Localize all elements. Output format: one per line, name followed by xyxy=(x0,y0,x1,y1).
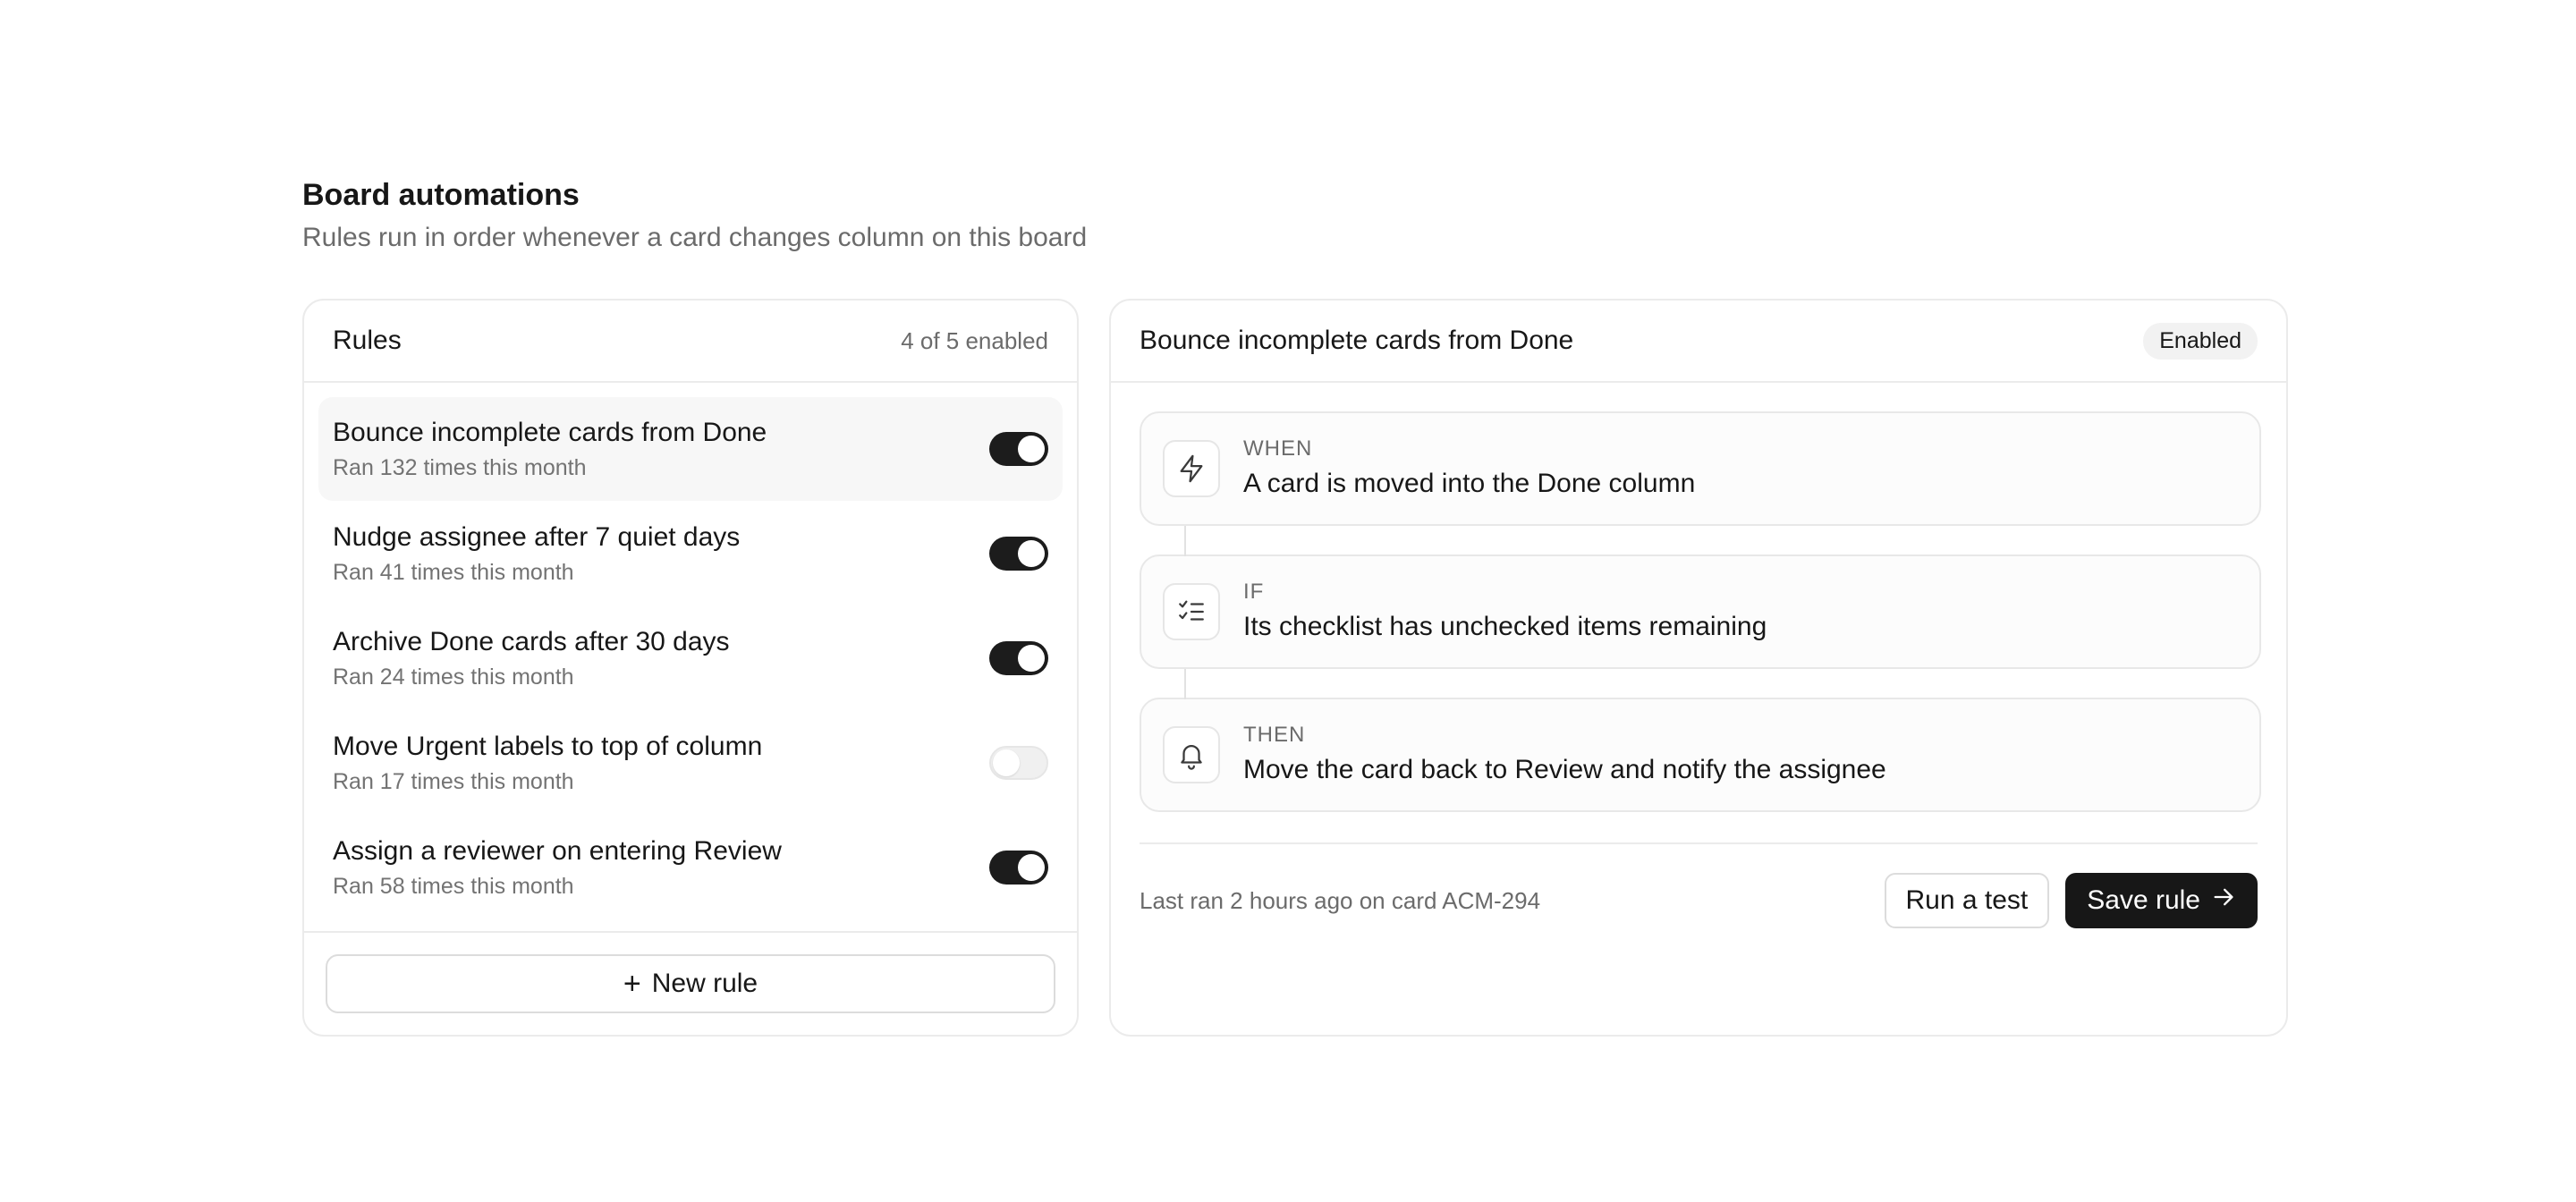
enabled-count: 4 of 5 enabled xyxy=(901,326,1048,354)
rule-list: Bounce incomplete cards from Done Ran 13… xyxy=(304,383,1077,934)
action-buttons: Run a test Save rule xyxy=(1884,873,2258,928)
rule-name: Bounce incomplete cards from Done xyxy=(333,418,767,447)
last-ran-text: Last ran 2 hours ago on card ACM-294 xyxy=(1140,886,1541,914)
step-then[interactable]: THEN Move the card back to Review and no… xyxy=(1140,669,2261,812)
run-test-label: Run a test xyxy=(1905,885,2029,915)
status-badge: Enabled xyxy=(2143,322,2258,360)
page-subtitle: Rules run in order whenever a card chang… xyxy=(302,223,1088,252)
step-text: Move the card back to Review and notify … xyxy=(1243,755,1886,784)
rule-item-bounce-incomplete[interactable]: Bounce incomplete cards from Done Ran 13… xyxy=(318,397,1063,501)
rule-name: Move Urgent labels to top of column xyxy=(333,732,763,761)
rule-run-count: Ran 17 times this month xyxy=(333,769,574,794)
rules-panel: Rules 4 of 5 enabled Bounce incomplete c… xyxy=(302,299,1079,1037)
rule-detail-title: Bounce incomplete cards from Done xyxy=(1140,326,1574,355)
arrow-right-icon xyxy=(2211,885,2236,917)
toggle-knob xyxy=(1018,436,1045,462)
rule-item-archive-done[interactable]: Archive Done cards after 30 days Ran 24 … xyxy=(318,606,1063,710)
detail-divider xyxy=(1140,842,2258,844)
rules-panel-header: Rules 4 of 5 enabled xyxy=(304,300,1077,383)
rule-run-count: Ran 41 times this month xyxy=(333,560,574,585)
page-title: Board automations xyxy=(302,178,580,212)
rules-panel-footer: + New rule xyxy=(304,931,1077,1035)
step-connector xyxy=(1184,526,1186,556)
rule-run-count: Ran 132 times this month xyxy=(333,455,587,480)
step-label: IF xyxy=(1243,580,1265,604)
checklist-icon xyxy=(1163,583,1220,640)
step-when[interactable]: WHEN A card is moved into the Done colum… xyxy=(1140,411,2261,526)
step-text: A card is moved into the Done column xyxy=(1243,469,1696,498)
rule-detail-actions: Last ran 2 hours ago on card ACM-294 Run… xyxy=(1140,873,2258,928)
toggle-knob xyxy=(1018,854,1045,881)
rule-name: Nudge assignee after 7 quiet days xyxy=(333,522,741,552)
step-text: Its checklist has unchecked items remain… xyxy=(1243,612,1767,641)
new-rule-button[interactable]: + New rule xyxy=(326,954,1055,1013)
rule-toggle[interactable] xyxy=(989,432,1048,466)
rule-toggle[interactable] xyxy=(989,537,1048,571)
rule-toggle[interactable] xyxy=(989,641,1048,675)
rule-item-move-urgent[interactable]: Move Urgent labels to top of column Ran … xyxy=(318,711,1063,815)
toggle-knob xyxy=(1018,540,1045,567)
automations-page: Board automations Rules run in order whe… xyxy=(0,0,2576,1202)
toggle-knob xyxy=(1018,645,1045,672)
plus-icon: + xyxy=(623,967,641,1001)
new-rule-label: New rule xyxy=(651,969,758,998)
rule-toggle[interactable] xyxy=(989,746,1048,780)
step-label: WHEN xyxy=(1243,436,1313,461)
run-test-button[interactable]: Run a test xyxy=(1884,873,2050,928)
page-header: Board automations Rules run in order whe… xyxy=(302,175,1087,256)
rule-item-assign-reviewer[interactable]: Assign a reviewer on entering Review Ran… xyxy=(318,816,1063,919)
step-label: THEN xyxy=(1243,723,1306,747)
rule-item-nudge-assignee[interactable]: Nudge assignee after 7 quiet days Ran 41… xyxy=(318,502,1063,605)
rule-detail-header: Bounce incomplete cards from Done Enable… xyxy=(1111,300,2286,383)
lightning-icon xyxy=(1163,440,1220,497)
step-if[interactable]: IF Its checklist has unchecked items rem… xyxy=(1140,526,2261,669)
rule-toggle[interactable] xyxy=(989,851,1048,885)
rule-name: Assign a reviewer on entering Review xyxy=(333,836,782,866)
rule-steps: WHEN A card is moved into the Done colum… xyxy=(1140,411,2261,812)
rules-panel-title: Rules xyxy=(333,326,402,355)
rule-run-count: Ran 24 times this month xyxy=(333,664,574,690)
rule-name: Archive Done cards after 30 days xyxy=(333,627,730,656)
rule-run-count: Ran 58 times this month xyxy=(333,874,574,899)
save-rule-label: Save rule xyxy=(2087,885,2200,915)
save-rule-button[interactable]: Save rule xyxy=(2065,873,2258,928)
bell-icon xyxy=(1163,726,1220,783)
rule-detail-panel: Bounce incomplete cards from Done Enable… xyxy=(1109,299,2288,1037)
toggle-knob xyxy=(993,749,1020,776)
step-connector xyxy=(1184,669,1186,699)
